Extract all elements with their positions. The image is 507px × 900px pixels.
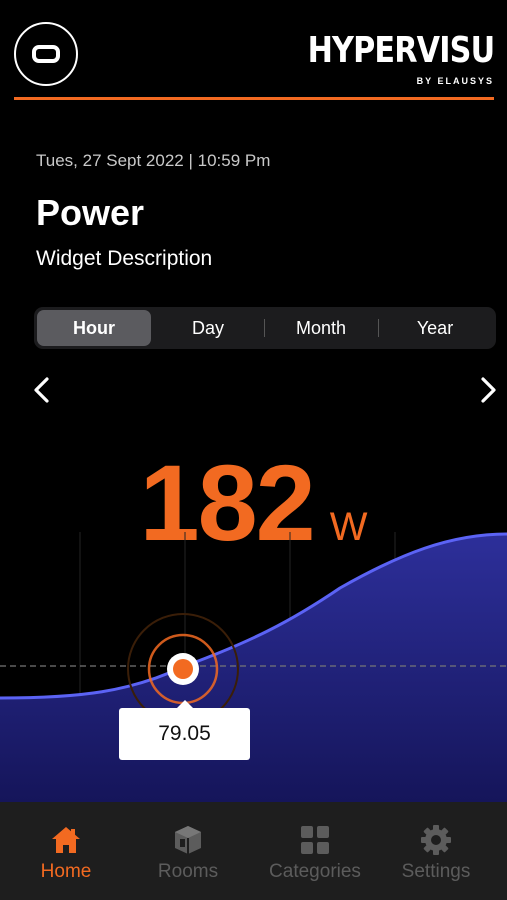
nav-label: Settings <box>401 861 471 882</box>
next-period-button[interactable] <box>476 376 500 404</box>
app-logo-button[interactable] <box>14 22 78 86</box>
period-selector: Hour Day Month Year <box>34 307 496 349</box>
bottom-navigation: Home Rooms Categories Settings <box>0 802 507 900</box>
rooms-icon <box>172 824 204 856</box>
brand-subtitle: BY ELAUSYS <box>416 76 494 86</box>
nav-rooms[interactable]: Rooms <box>128 824 248 883</box>
chart-tooltip: 79.05 <box>119 700 250 760</box>
app-logo-icon <box>32 45 60 63</box>
chart-area <box>0 534 507 802</box>
nav-settings[interactable]: Settings <box>376 824 496 883</box>
widget-date: Tues, 27 Sept 2022 | 10:59 Pm <box>36 151 271 170</box>
nav-categories[interactable]: Categories <box>255 824 375 883</box>
tab-month[interactable]: Month <box>264 310 378 346</box>
nav-label: Categories <box>269 861 361 882</box>
home-icon <box>50 824 82 856</box>
widget-title: Power <box>36 192 145 233</box>
power-chart <box>0 532 507 802</box>
nav-label: Rooms <box>157 861 219 882</box>
previous-period-button[interactable] <box>30 376 54 404</box>
chevron-left-icon <box>34 377 49 403</box>
chevron-right-icon <box>481 377 496 403</box>
brand-logo: HYPERVISU BY ELAUSYS <box>272 30 495 87</box>
nav-home[interactable]: Home <box>6 824 126 883</box>
tab-hour[interactable]: Hour <box>37 310 151 346</box>
settings-icon <box>420 824 452 856</box>
brand-name: HYPERVISU <box>307 30 495 71</box>
header-divider <box>14 97 494 100</box>
tab-day[interactable]: Day <box>151 310 265 346</box>
nav-label: Home <box>40 861 92 882</box>
tab-year[interactable]: Year <box>378 310 492 346</box>
widget-description: Widget Description <box>36 247 213 270</box>
categories-icon <box>299 824 331 856</box>
tooltip-value: 79.05 <box>158 722 211 745</box>
